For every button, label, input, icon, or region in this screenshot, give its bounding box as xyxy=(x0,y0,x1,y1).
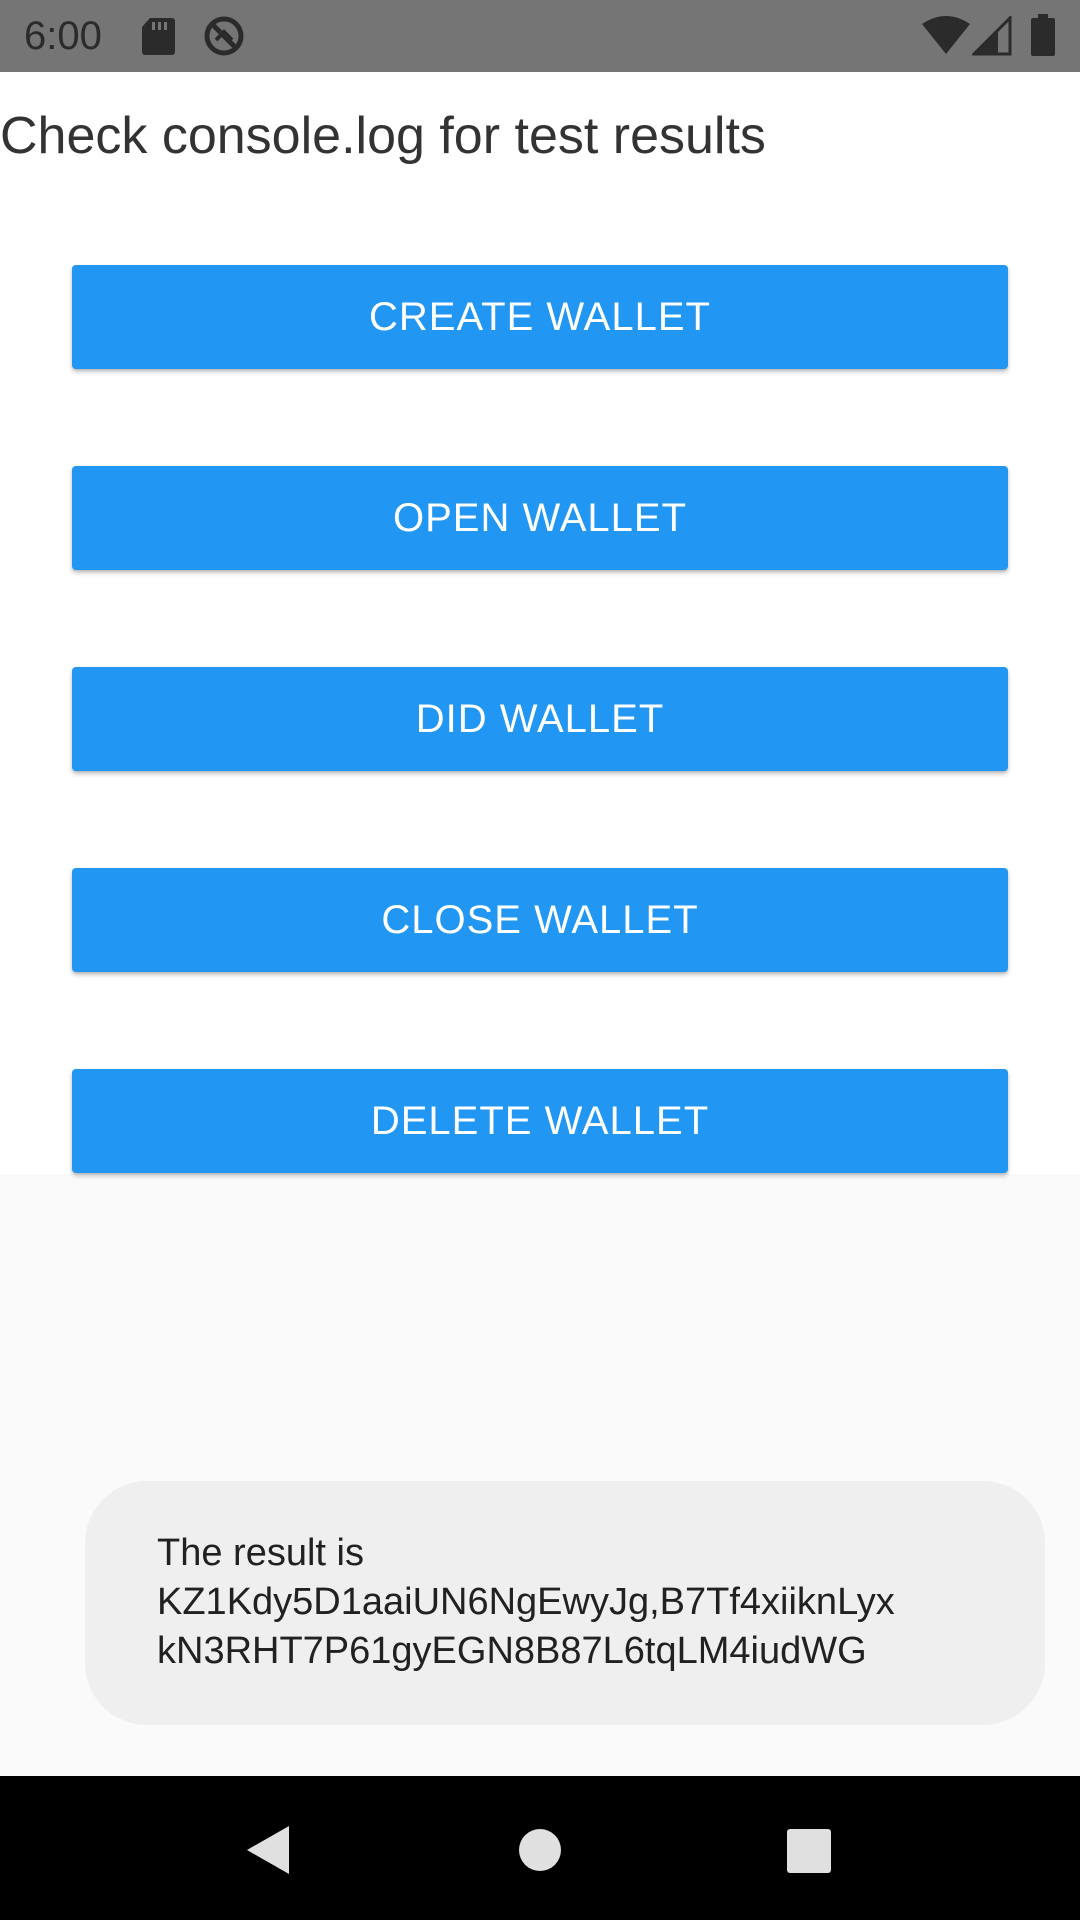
battery-icon xyxy=(1031,14,1055,56)
delete-wallet-button[interactable]: DELETE WALLET xyxy=(72,1069,1008,1173)
cell-signal-icon xyxy=(972,16,1012,56)
sync-blocked-icon xyxy=(204,16,244,56)
result-toast: The result is KZ1Kdy5D1aaiUN6NgEwyJg,B7T… xyxy=(85,1481,1045,1725)
status-bar: 6:00 xyxy=(0,0,1080,72)
toast-message: The result is KZ1Kdy5D1aaiUN6NgEwyJg,B7T… xyxy=(157,1532,895,1672)
close-wallet-button[interactable]: CLOSE WALLET xyxy=(72,868,1008,972)
sd-card-icon xyxy=(142,18,175,55)
app-content: Check console.log for test results CREAT… xyxy=(0,72,1080,1174)
recents-icon[interactable] xyxy=(786,1828,832,1874)
home-icon[interactable] xyxy=(518,1828,562,1872)
status-time: 6:00 xyxy=(24,14,102,58)
instructions-text: Check console.log for test results xyxy=(0,107,766,165)
did-wallet-button[interactable]: DID WALLET xyxy=(72,667,1008,771)
back-icon[interactable] xyxy=(243,1824,291,1876)
navigation-bar xyxy=(0,1776,1080,1920)
open-wallet-button[interactable]: OPEN WALLET xyxy=(72,466,1008,570)
create-wallet-button[interactable]: CREATE WALLET xyxy=(72,265,1008,369)
wifi-icon xyxy=(922,16,970,54)
